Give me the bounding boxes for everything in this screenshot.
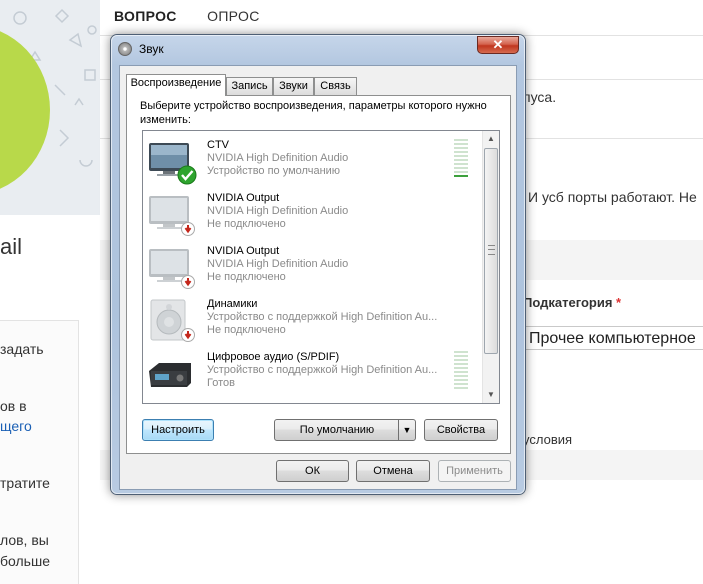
meter-segment: [454, 167, 468, 169]
meter-segment: [454, 351, 468, 353]
device-item[interactable]: Цифровое аудио (S/PDIF) Устройство с под…: [143, 347, 481, 399]
bg-subcategory-label: Подкатегория *: [523, 295, 621, 310]
device-list[interactable]: CTV NVIDIA High Definition Audio Устройс…: [142, 130, 500, 404]
disconnected-icon: [181, 222, 195, 236]
disconnected-icon: [181, 328, 195, 342]
default-check-icon: [177, 165, 197, 185]
meter-segment: [454, 375, 468, 377]
meter-segment: [454, 175, 468, 177]
bg-tab-bar: ВОПРОС ОПРОС: [114, 8, 286, 26]
dialog-client-area: Воспроизведение Запись Звуки Связь Выбер…: [119, 65, 517, 490]
subcategory-label-text: Подкатегория: [523, 295, 613, 310]
scroll-down-icon[interactable]: ▼: [483, 387, 499, 403]
meter-segment: [454, 387, 468, 389]
bg-link-fragment[interactable]: щего: [0, 418, 32, 434]
set-default-button[interactable]: По умолчанию ▼: [274, 419, 416, 441]
sound-dialog: Звук ✕ Воспроизведение Запись Звуки Связ…: [110, 34, 526, 495]
close-button[interactable]: ✕: [477, 36, 519, 54]
meter-segment: [454, 139, 468, 141]
device-status: Не подключено: [207, 218, 286, 230]
device-item[interactable]: Динамики Устройство с поддержкой High De…: [143, 294, 481, 346]
meter-segment: [454, 171, 468, 173]
meter-segment: [454, 159, 468, 161]
device-driver: Устройство с поддержкой High Definition …: [207, 311, 438, 323]
device-driver: NVIDIA High Definition Audio: [207, 258, 349, 270]
properties-button[interactable]: Свойства: [424, 419, 498, 441]
instruction-text: Выберите устройство воспроизведения, пар…: [140, 100, 487, 126]
tab-communications[interactable]: Связь: [314, 77, 357, 95]
volume-meter: [454, 351, 468, 391]
bg-text-fragment: И усб порты работают. Не: [528, 189, 697, 205]
meter-segment: [454, 355, 468, 357]
meter-segment: [454, 363, 468, 365]
device-status: Готов: [207, 377, 235, 389]
device-driver: NVIDIA High Definition Audio: [207, 152, 349, 164]
meter-segment: [454, 367, 468, 369]
meter-segment: [454, 359, 468, 361]
grip-icon: [488, 245, 495, 255]
bg-tab-question[interactable]: ВОПРОС: [114, 8, 177, 24]
device-item[interactable]: CTV NVIDIA High Definition Audio Устройс…: [143, 135, 481, 187]
meter-segment: [454, 151, 468, 153]
bg-text-fragment: задать: [0, 341, 44, 357]
cancel-button[interactable]: Отмена: [356, 460, 430, 482]
header-doodle-pattern: [0, 0, 100, 215]
bg-heading-fragment: ail: [0, 234, 23, 259]
background-left-column: ail задать ов в щего тратите лов, вы бол…: [0, 0, 100, 584]
subcategory-select[interactable]: Прочее компьютерное: [524, 326, 703, 350]
meter-segment: [454, 379, 468, 381]
device-driver: Устройство с поддержкой High Definition …: [207, 364, 438, 376]
bg-text-fragment: тратите: [0, 475, 50, 491]
apply-button[interactable]: Применить: [438, 460, 511, 482]
bg-text-fragment: пуса.: [523, 89, 557, 105]
tab-sounds[interactable]: Звуки: [273, 77, 314, 95]
device-name: NVIDIA Output: [207, 245, 280, 257]
device-driver: NVIDIA High Definition Audio: [207, 205, 349, 217]
bg-text-fragment: больше: [0, 553, 50, 569]
device-name: NVIDIA Output: [207, 192, 280, 204]
tab-playback[interactable]: Воспроизведение: [126, 74, 226, 96]
disconnected-icon: [181, 275, 195, 289]
dialog-title: Звук: [139, 42, 164, 56]
required-mark: *: [616, 295, 622, 310]
receiver-icon: [149, 363, 191, 387]
scrollbar-thumb[interactable]: [484, 148, 498, 354]
meter-segment: [454, 155, 468, 157]
device-item[interactable]: NVIDIA Output NVIDIA High Definition Aud…: [143, 188, 481, 240]
device-name: CTV: [207, 139, 229, 151]
bg-text-fragment: условия: [523, 432, 573, 447]
device-status: Не подключено: [207, 324, 286, 336]
device-status: Устройство по умолчанию: [207, 165, 341, 177]
bg-text-fragment: ов в: [0, 398, 27, 414]
close-icon: ✕: [492, 37, 504, 52]
meter-segment: [454, 163, 468, 165]
configure-button[interactable]: Настроить: [142, 419, 214, 441]
set-default-label: По умолчанию: [299, 424, 375, 436]
bg-text-fragment: лов, вы: [0, 532, 49, 548]
device-item[interactable]: NVIDIA Output NVIDIA High Definition Aud…: [143, 241, 481, 293]
bg-tab-poll[interactable]: ОПРОС: [207, 8, 259, 24]
meter-segment: [454, 371, 468, 373]
device-name: Цифровое аудио (S/PDIF): [207, 351, 340, 363]
device-list-scrollbar[interactable]: ▲ ▼: [482, 131, 499, 403]
meter-segment: [454, 143, 468, 145]
meter-segment: [454, 383, 468, 385]
device-name: Динамики: [207, 298, 258, 310]
meter-segment: [454, 147, 468, 149]
chevron-down-icon[interactable]: ▼: [398, 420, 415, 440]
scroll-up-icon[interactable]: ▲: [483, 131, 499, 147]
device-status: Не подключено: [207, 271, 286, 283]
tab-recording[interactable]: Запись: [226, 77, 273, 95]
speaker-icon: [118, 42, 132, 56]
ok-button[interactable]: ОК: [276, 460, 349, 482]
volume-meter: [454, 139, 468, 179]
